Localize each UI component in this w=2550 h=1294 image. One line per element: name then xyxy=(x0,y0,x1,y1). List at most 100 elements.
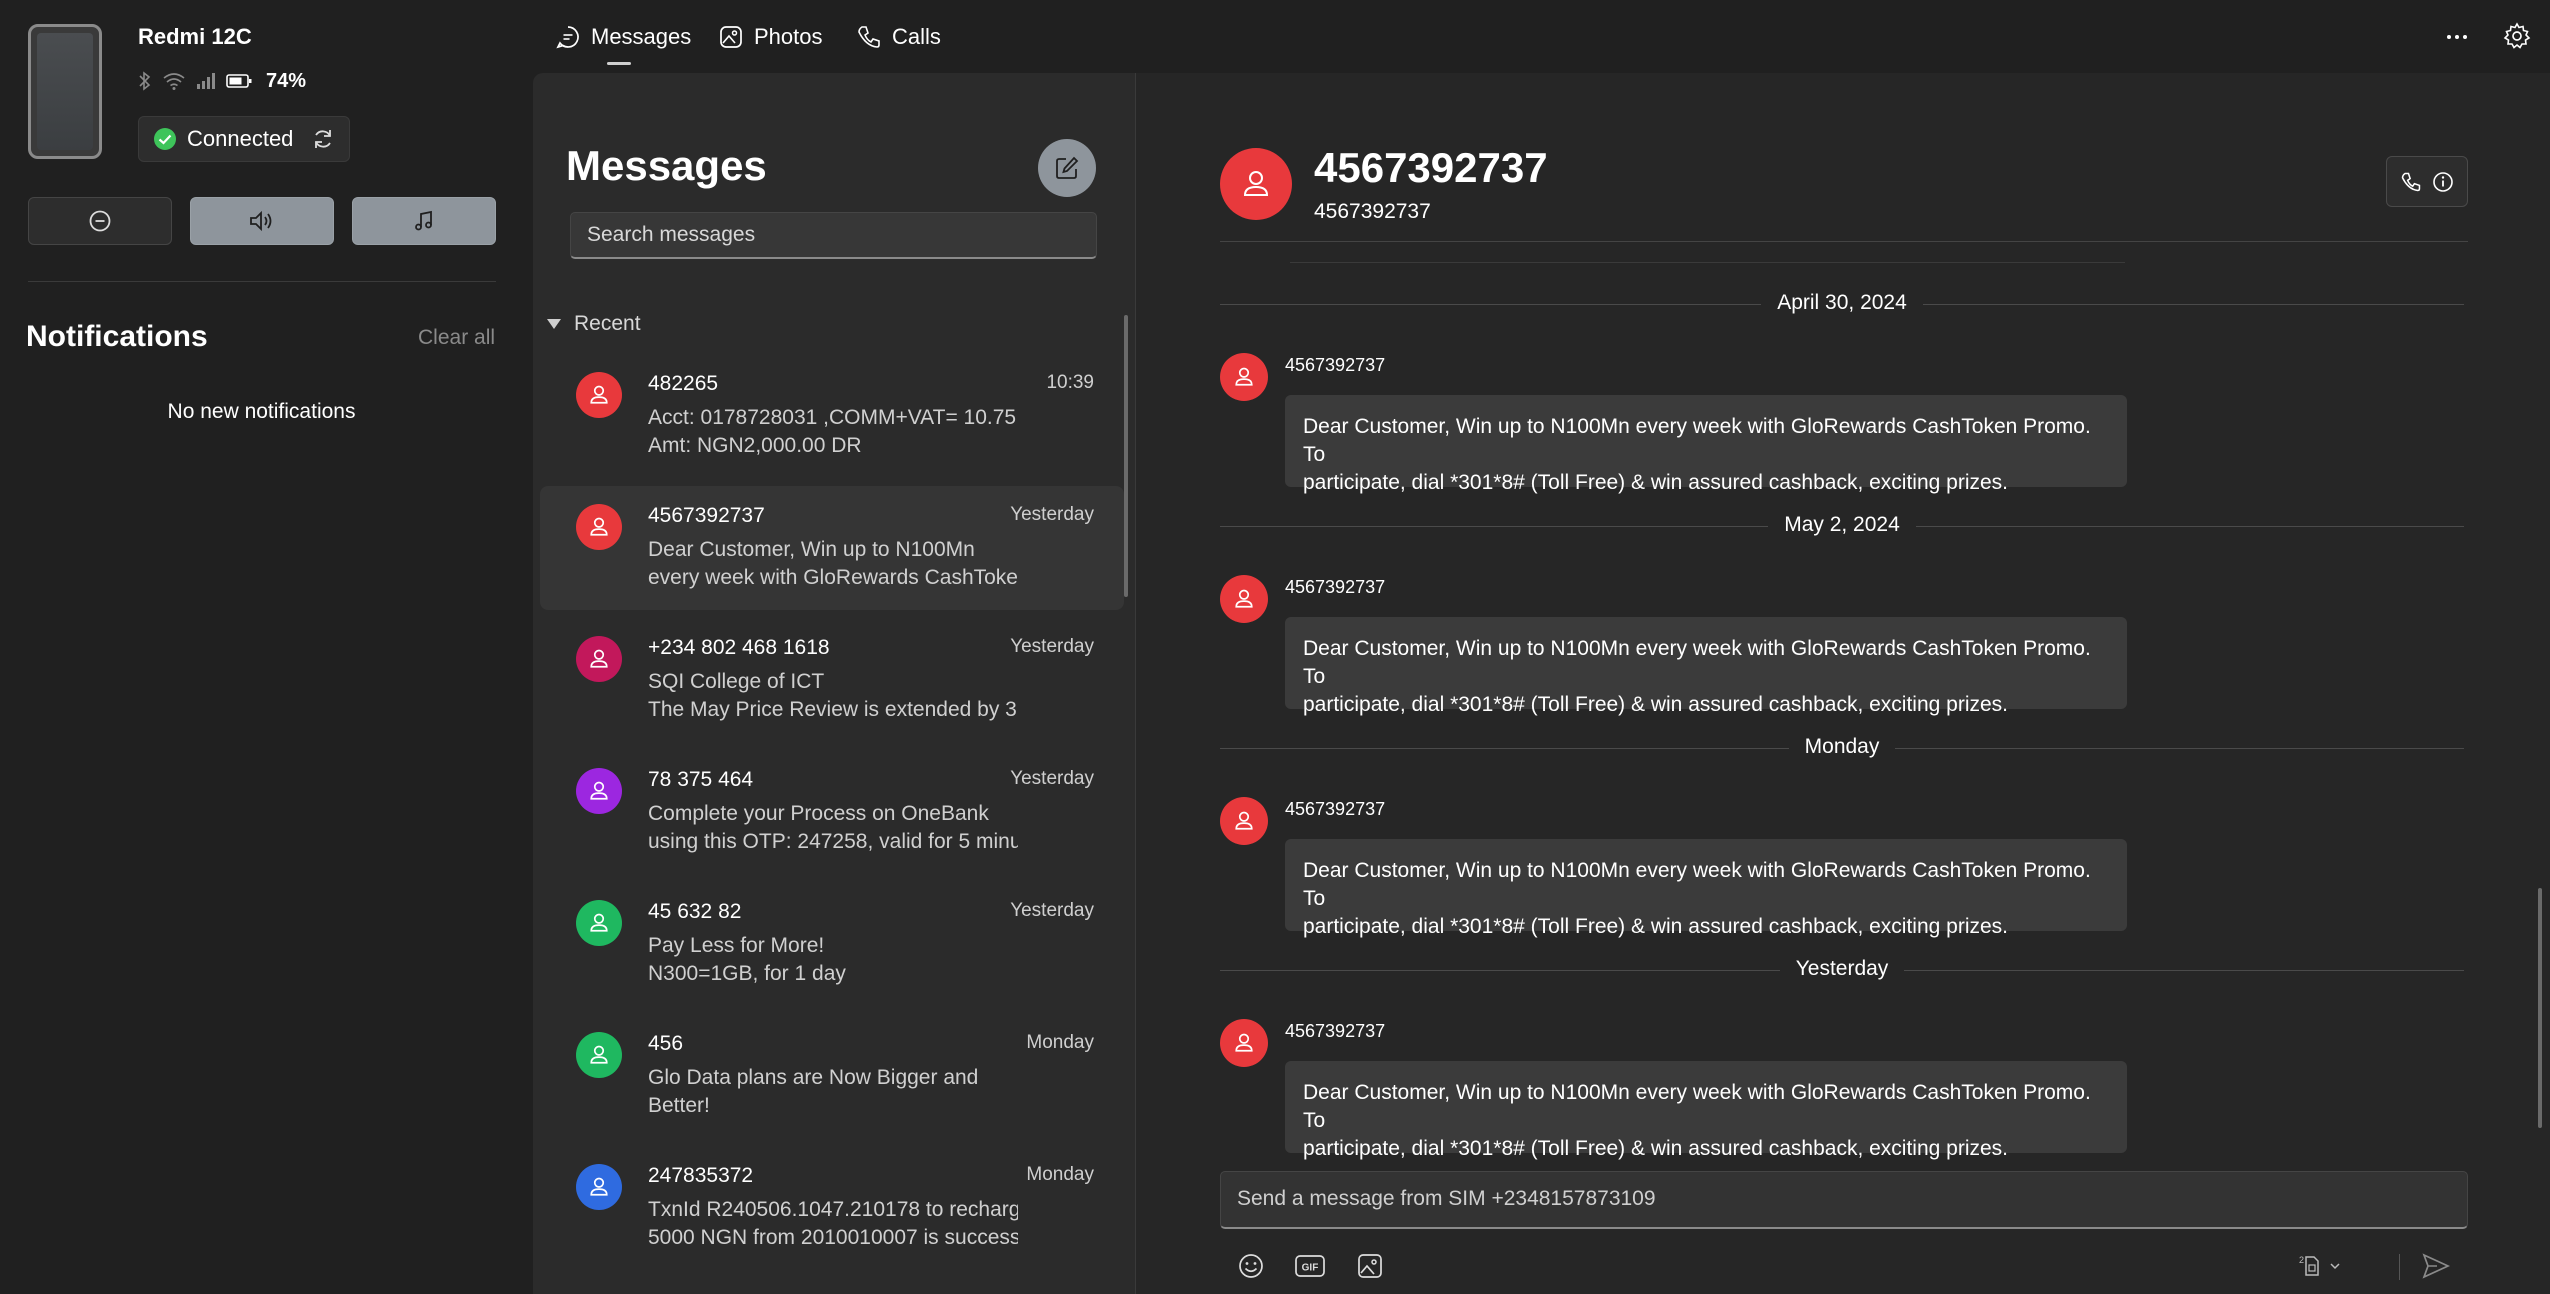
refresh-icon[interactable] xyxy=(311,127,335,151)
info-icon[interactable] xyxy=(2432,171,2454,193)
gif-icon[interactable]: GIF xyxy=(1295,1251,1325,1281)
date-label-wrap: May 2, 2024 xyxy=(1220,513,2464,537)
speaker-icon xyxy=(248,209,276,233)
image-attach-icon[interactable] xyxy=(1355,1251,1385,1281)
person-icon xyxy=(1232,365,1256,389)
contact-avatar xyxy=(576,1032,622,1078)
media-button[interactable] xyxy=(352,197,496,245)
message-bubble[interactable]: Dear Customer, Win up to N100Mn every we… xyxy=(1285,617,2127,716)
message-text-line: Dear Customer, Win up to N100Mn every we… xyxy=(1303,415,2091,466)
message-sender: 4567392737 xyxy=(1285,355,1386,375)
person-icon xyxy=(587,515,611,539)
search-messages-input[interactable]: Search messages xyxy=(570,212,1097,259)
conversation-item[interactable]: 482265 10:39 Acct: 0178728031 ,COMM+VAT= 1… xyxy=(540,354,1124,478)
divider xyxy=(2399,1254,2400,1280)
preview-line: TxnId R240506.1047.210178 to recharge xyxy=(648,1198,1018,1221)
audio-output-button[interactable] xyxy=(190,197,334,245)
conversation-item[interactable]: 78 375 464 Yesterday Complete your Process… xyxy=(540,750,1124,874)
contact-avatar xyxy=(1220,148,1292,220)
do-not-disturb-button[interactable] xyxy=(28,197,172,245)
conversation-name: 45 632 82 xyxy=(648,900,742,923)
sender-avatar xyxy=(1220,1019,1268,1067)
caret-down-icon xyxy=(546,317,562,331)
conversation-item[interactable]: 247835372 Monday TxnId R240506.1047.210178… xyxy=(540,1146,1124,1270)
divider xyxy=(28,281,496,282)
tab-calls[interactable]: Calls xyxy=(856,22,941,52)
date-label-wrap: Yesterday xyxy=(1220,957,2464,981)
conversation-scrollbar[interactable] xyxy=(2538,888,2542,1128)
message-bubble[interactable]: Dear Customer, Win up to N100Mn every we… xyxy=(1285,839,2127,938)
preview-line: Amt: NGN2,000.00 DR xyxy=(648,434,862,457)
conversation-item[interactable]: 4567392737 Yesterday Dear Customer, Win up… xyxy=(540,486,1124,610)
person-icon xyxy=(1232,1031,1256,1055)
tab-label: Calls xyxy=(892,24,941,49)
phone-icon[interactable] xyxy=(2400,171,2422,193)
preview-line: Dear Customer, Win up to N100Mn xyxy=(648,538,975,561)
header-divider xyxy=(1220,241,2468,242)
conversation-preview: TxnId R240506.1047.210178 to recharge 500… xyxy=(648,1196,1018,1252)
person-icon xyxy=(1239,167,1273,201)
wifi-icon xyxy=(162,71,186,91)
message-sender: 4567392737 xyxy=(1285,577,1386,597)
conversation-item[interactable]: 456 Monday Glo Data plans are Now Bigger a… xyxy=(540,1014,1124,1138)
preview-line: Acct: 0178728031 ,COMM+VAT= 10.75 xyxy=(648,406,1017,429)
person-icon xyxy=(587,1043,611,1067)
message-compose-input[interactable]: Send a message from SIM +2348157873109 xyxy=(1220,1171,2468,1229)
chat-icon xyxy=(555,24,581,50)
contact-avatar xyxy=(576,768,622,814)
message-text-line: Dear Customer, Win up to N100Mn every we… xyxy=(1303,637,2091,688)
bluetooth-icon xyxy=(138,70,152,92)
emoji-icon[interactable] xyxy=(1236,1251,1266,1281)
conversation-time: Monday xyxy=(1026,1032,1094,1053)
conversation-name: 482265 xyxy=(648,372,719,395)
conversation-time: Yesterday xyxy=(1010,636,1094,657)
date-label: May 2, 2024 xyxy=(1768,513,1916,536)
preview-line: The May Price Review is extended by 3 w xyxy=(648,698,1018,721)
conversation-preview: Glo Data plans are Now Bigger and Better! xyxy=(648,1064,1018,1120)
notifications-title: Notifications xyxy=(26,320,208,353)
connection-label: Connected xyxy=(187,126,294,151)
message-bubble[interactable]: Dear Customer, Win up to N100Mn every we… xyxy=(1285,1061,2127,1160)
gif-label: GIF xyxy=(1302,1263,1319,1274)
preview-line: using this OTP: 247258, valid for 5 minu xyxy=(648,830,1018,853)
conversation-preview: Acct: 0178728031 ,COMM+VAT= 10.75 Amt: NG… xyxy=(648,404,1018,460)
conversation-name: 456 xyxy=(648,1032,684,1055)
message-text-line: Dear Customer, Win up to N100Mn every we… xyxy=(1303,859,2091,910)
conversation-time: Yesterday xyxy=(1010,504,1094,525)
contact-number: 4567392737 xyxy=(1314,200,1431,223)
conversation-item[interactable]: +234 802 468 1618 Yesterday SQI College of… xyxy=(540,618,1124,742)
preview-line: 5000 NGN from 2010010007 is successfu xyxy=(648,1226,1018,1249)
preview-line: every week with GloRewards CashToken xyxy=(648,566,1018,589)
battery-percentage: 74% xyxy=(266,69,307,92)
date-separator: Monday xyxy=(1220,733,2464,763)
preview-line: Glo Data plans are Now Bigger and xyxy=(648,1066,979,1089)
clear-all-button[interactable]: Clear all xyxy=(418,326,495,350)
contact-avatar xyxy=(576,636,622,682)
person-icon xyxy=(1232,809,1256,833)
sender-avatar xyxy=(1220,797,1268,845)
message-bubble[interactable]: Dear Customer, Win up to N100Mn every we… xyxy=(1285,395,2127,494)
date-label-wrap: Monday xyxy=(1220,735,2464,759)
contact-avatar xyxy=(576,1164,622,1210)
phone-image xyxy=(28,24,102,159)
contact-actions[interactable] xyxy=(2386,156,2468,207)
send-icon[interactable] xyxy=(2421,1251,2451,1281)
new-message-button[interactable] xyxy=(1038,139,1096,197)
recent-section-toggle[interactable]: Recent xyxy=(546,312,641,336)
list-scrollbar[interactable] xyxy=(1124,315,1128,597)
empty-notifications-text: No new notifications xyxy=(167,400,356,423)
person-icon xyxy=(587,1175,611,1199)
conversation-item[interactable]: 45 632 82 Yesterday Pay Less for More! N300… xyxy=(540,882,1124,1006)
sim-selector-icon[interactable]: 2 xyxy=(2296,1251,2356,1281)
phone-icon xyxy=(856,24,882,50)
conversation-time: Yesterday xyxy=(1010,900,1094,921)
tab-photos[interactable]: Photos xyxy=(718,22,823,52)
signal-icon xyxy=(196,72,216,90)
tab-label: Photos xyxy=(754,24,823,49)
tab-messages[interactable]: Messages xyxy=(555,22,691,52)
contact-avatar xyxy=(576,504,622,550)
tab-label: Messages xyxy=(591,24,692,49)
more-options-icon[interactable] xyxy=(2444,24,2470,50)
settings-gear-icon[interactable] xyxy=(2503,22,2531,50)
messages-title: Messages xyxy=(566,142,767,189)
